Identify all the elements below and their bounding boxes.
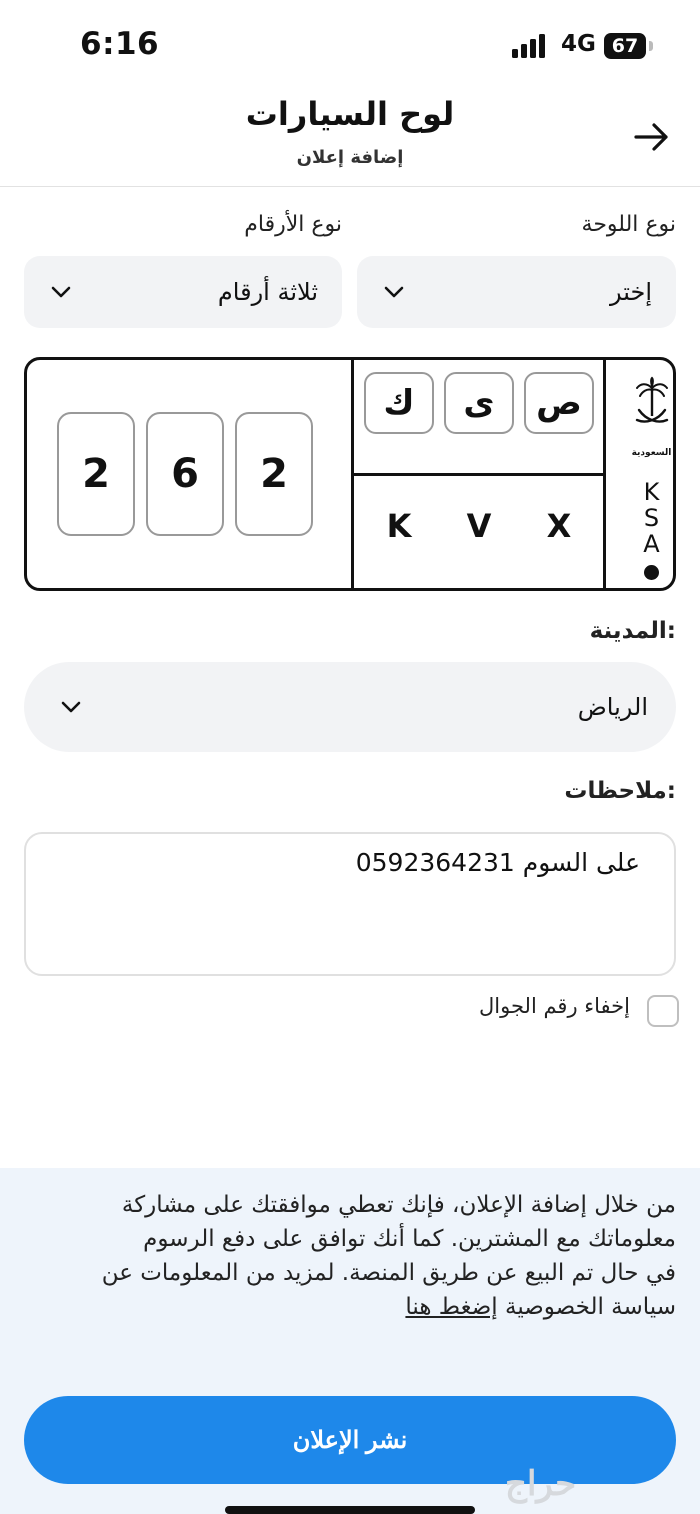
disclaimer-line: سياسة الخصوصية إضغط هنا [24, 1290, 676, 1324]
saudi-emblem-icon [635, 376, 669, 423]
notes-value: على السوم 0592364231 [355, 848, 640, 877]
status-time: 6:16 [80, 26, 160, 62]
plate-digit[interactable]: 2 [235, 412, 313, 536]
page-title: لوح السيارات [245, 95, 455, 133]
plate-digit[interactable]: 6 [146, 412, 224, 536]
home-indicator [225, 1506, 475, 1514]
digits-type-select[interactable]: ثلاثة أرقام [24, 256, 342, 328]
plate-arabic-letter[interactable]: ك [364, 372, 434, 434]
network-type: 4G [561, 31, 596, 57]
disclaimer-line: معلوماتك مع المشترين. كما أنك توافق على … [143, 1226, 676, 1252]
plate-type-label: نوع اللوحة [581, 212, 676, 237]
plate-divider [351, 473, 605, 476]
plate-arabic-letter[interactable]: ى [444, 372, 514, 434]
notes-label: ملاحظات: [564, 778, 676, 804]
plate-latin-letter: X [546, 507, 572, 545]
plate-type-select[interactable]: إختر [357, 256, 676, 328]
city-label: المدينة: [589, 618, 676, 644]
disclaimer-line-text: سياسة الخصوصية [504, 1294, 676, 1320]
plate-latin-letter: K [386, 507, 412, 545]
disclaimer-text: من خلال إضافة الإعلان، فإنك تعطي موافقتك… [24, 1188, 676, 1324]
hide-phone-checkbox[interactable] [647, 995, 679, 1027]
publish-button[interactable]: نشر الإعلان [24, 1396, 676, 1484]
header: لوح السيارات إضافة إعلان [0, 95, 700, 187]
plate-arabic-letter[interactable]: ص [524, 372, 594, 434]
hide-phone-label: إخفاء رقم الجوال [479, 994, 630, 1018]
page-subtitle: إضافة إعلان [296, 147, 404, 168]
city-select[interactable]: الرياض [24, 662, 676, 752]
plate-latin-letter: V [466, 507, 492, 545]
plate-dot [644, 565, 659, 580]
plate-country-strip: السعودية K S A [630, 360, 673, 588]
notes-textarea[interactable]: على السوم 0592364231 [24, 832, 676, 976]
brand-watermark: حراج [505, 1464, 577, 1504]
signal-icon [512, 34, 545, 58]
plate-type-value: إختر [610, 278, 652, 306]
license-plate: 2 6 2 ك ى ص K V X السعودية K S A [24, 357, 676, 591]
battery-level: 67 [611, 35, 639, 57]
disclaimer-line: من خلال إضافة الإعلان، فإنك تعطي موافقتك… [121, 1192, 676, 1218]
plate-country-letter: A [643, 530, 660, 558]
battery-tip [649, 41, 653, 51]
battery-icon: 67 [604, 33, 646, 59]
digits-type-value: ثلاثة أرقام [217, 278, 318, 306]
disclaimer-line: في حال تم البيع عن طريق المنصة. لمزيد من… [101, 1260, 676, 1286]
privacy-link[interactable]: إضغط هنا [405, 1294, 497, 1320]
back-arrow-icon[interactable] [632, 119, 672, 155]
bottom-panel: من خلال إضافة الإعلان، فإنك تعطي موافقتك… [0, 1168, 700, 1514]
plate-country-letter: K [643, 478, 660, 506]
chevron-down-icon [51, 286, 71, 298]
plate-country-word: السعودية [631, 448, 672, 458]
plate-digit[interactable]: 2 [57, 412, 135, 536]
plate-country-letter: S [643, 504, 660, 532]
chevron-down-icon [61, 701, 81, 713]
chevron-down-icon [384, 286, 404, 298]
city-value: الرياض [577, 693, 648, 721]
status-bar: 6:16 4G 67 [0, 0, 700, 95]
digits-type-label: نوع الأرقام [244, 212, 342, 237]
